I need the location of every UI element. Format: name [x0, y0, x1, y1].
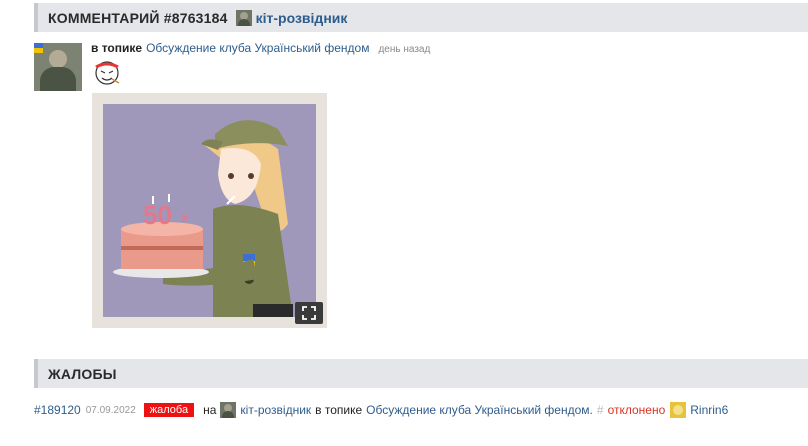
complaint-badge: жалоба — [143, 403, 195, 417]
comment-meta: в топике Обсуждение клуба Український фе… — [91, 41, 430, 55]
moderator-avatar — [670, 402, 687, 418]
smiley-icon — [95, 61, 120, 85]
comment-image[interactable]: 50 x — [92, 93, 327, 328]
svg-text:x: x — [181, 209, 189, 225]
comment-title: КОММЕНТАРИЙ #8763184 — [48, 9, 228, 26]
in-topic-label: в топике — [315, 403, 363, 417]
complaint-id-link[interactable]: #189120 — [34, 403, 81, 417]
complaint-status: отклонено — [607, 403, 666, 417]
comment-author-name[interactable]: кіт-розвідник — [256, 10, 348, 26]
complaint-on-label: на — [203, 403, 217, 417]
comment-author-link[interactable]: кіт-розвідник — [235, 9, 348, 26]
topic-link[interactable]: Обсуждение клуба Український фендом — [146, 41, 369, 55]
topic-prefix: в топике — [91, 41, 143, 55]
complaint-topic-link[interactable]: Обсуждение клуба Український фендом. — [366, 403, 593, 417]
author-avatar[interactable] — [34, 43, 82, 91]
complaint-row: #189120 07.09.2022 жалоба на кіт-розвідн… — [34, 402, 732, 418]
author-mini-avatar — [235, 9, 252, 26]
complaints-header: ЖАЛОБЫ — [34, 359, 808, 388]
birthday-art-image: 50 x — [103, 104, 316, 317]
complaint-date: 07.09.2022 — [85, 404, 136, 416]
expand-button[interactable] — [295, 302, 323, 324]
expand-icon — [302, 306, 316, 320]
complaints-title: ЖАЛОБЫ — [48, 365, 117, 382]
hash-link[interactable]: # — [597, 403, 604, 417]
reported-user-avatar — [220, 402, 237, 418]
comment-time: день назад — [378, 44, 431, 55]
reported-user-link[interactable]: кіт-розвідник — [240, 403, 311, 417]
comment-header: КОММЕНТАРИЙ #8763184 кіт-розвідник — [34, 3, 808, 32]
svg-text:50: 50 — [143, 200, 172, 230]
moderator-link[interactable]: Rinrin6 — [690, 403, 728, 417]
